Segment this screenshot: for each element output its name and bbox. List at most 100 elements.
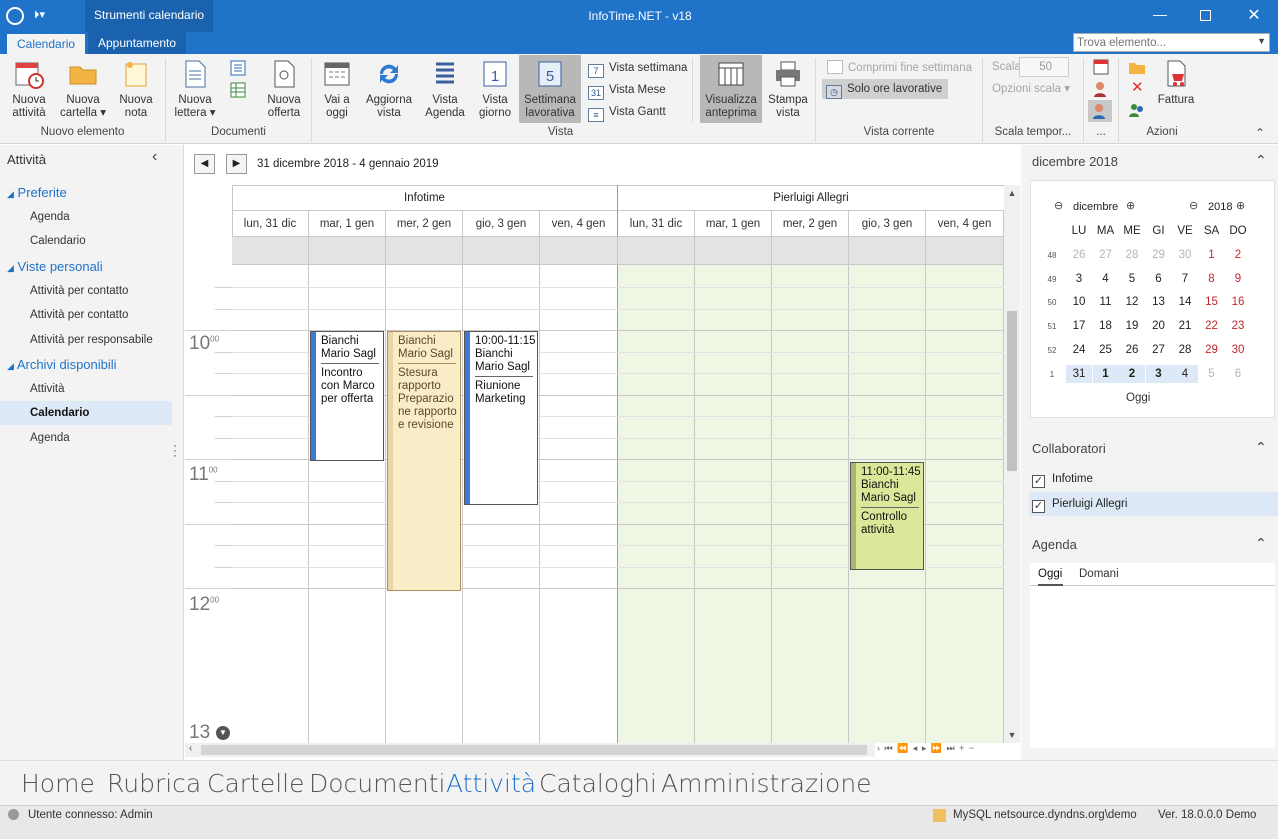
day-cell[interactable]: 29 (1199, 341, 1225, 359)
vertical-scrollbar[interactable]: ▲ ▼ (1004, 185, 1020, 743)
app-icon[interactable] (6, 7, 24, 25)
minimize-icon[interactable]: — (1150, 6, 1170, 22)
day-header[interactable]: gio, 3 gen (849, 211, 926, 237)
document-small-icon[interactable] (230, 60, 246, 76)
day-cell[interactable]: 8 (1199, 270, 1225, 288)
all-day-cell[interactable] (618, 237, 695, 265)
day-header[interactable]: lun, 31 dic (618, 211, 695, 237)
day-cell[interactable]: 27 (1093, 246, 1119, 264)
scroll-thumb[interactable] (1007, 311, 1017, 471)
day-cell[interactable]: 31 (1066, 364, 1092, 383)
day-cell[interactable]: 9 (1225, 270, 1251, 288)
search-input[interactable] (1074, 34, 1254, 51)
all-day-cell[interactable] (309, 237, 386, 265)
new-letter-button[interactable]: Nuova lettera ▾ (170, 58, 220, 120)
nav-cartelle[interactable]: Cartelle (207, 769, 305, 798)
day-cell[interactable]: 5 (1119, 270, 1145, 288)
day-column[interactable] (232, 265, 309, 743)
new-note-button[interactable]: Nuova nota (115, 58, 157, 120)
day-header[interactable]: mer, 2 gen (772, 211, 849, 237)
prev-year-icon[interactable]: ⊖ (1189, 199, 1198, 212)
day-cell[interactable]: 7 (1172, 270, 1198, 288)
close-icon[interactable]: ✕ (1244, 5, 1264, 25)
all-day-cell[interactable] (772, 237, 849, 265)
collapse-ribbon-icon[interactable]: ⌃ (1255, 126, 1265, 140)
collaboratore-infotime[interactable]: ✓ Infotime (1032, 473, 1093, 488)
nav-item-agenda[interactable]: Agenda (30, 211, 70, 223)
day-cell[interactable]: 27 (1146, 341, 1172, 359)
appointment-incontro[interactable]: Bianchi Mario Sagl Incontro con Marco pe… (310, 331, 384, 461)
day-header[interactable]: lun, 31 dic (232, 211, 309, 237)
day-column[interactable] (772, 265, 849, 743)
day-header[interactable]: ven, 4 gen (926, 211, 1004, 237)
nav-item-calendario[interactable]: Calendario (30, 235, 86, 247)
refresh-view-button[interactable]: Aggiorna vista (362, 58, 416, 120)
appointment-riunione[interactable]: 10:00-11:15 Bianchi Mario Sagl Riunione … (464, 331, 538, 505)
prev-week-button[interactable]: ◀ (194, 154, 215, 174)
day-cell[interactable]: 28 (1119, 246, 1145, 264)
user-selected-button[interactable] (1088, 100, 1112, 122)
day-header[interactable]: mar, 1 gen (309, 211, 386, 237)
nav-attivita[interactable]: Attività (446, 769, 536, 798)
collapse-agenda-icon[interactable]: ⌃ (1255, 535, 1267, 552)
all-day-cell[interactable] (540, 237, 618, 265)
day-cell[interactable]: 30 (1172, 246, 1198, 264)
calendar-small-icon[interactable] (1092, 58, 1110, 76)
day-column[interactable] (618, 265, 695, 743)
working-hours-button[interactable]: ◷ Solo ore lavorative (822, 79, 949, 99)
day-cell[interactable]: 29 (1146, 246, 1172, 264)
nav-rubrica[interactable]: Rubrica (107, 769, 201, 798)
nav-cataloghi[interactable]: Cataloghi (539, 769, 657, 798)
nav-item-agenda-archivi[interactable]: Agenda (30, 432, 70, 444)
day-cell[interactable]: 20 (1146, 317, 1172, 335)
nav-documenti[interactable]: Documenti (309, 769, 445, 798)
new-folder-button[interactable]: Nuova cartella ▾ (58, 58, 108, 120)
day-column[interactable] (695, 265, 772, 743)
scroll-left-icon[interactable]: ‹ (189, 743, 192, 754)
day-cell[interactable]: 30 (1225, 341, 1251, 359)
all-day-cell[interactable] (232, 237, 309, 265)
chevron-down-icon[interactable]: ▼ (1257, 36, 1266, 46)
print-view-button[interactable]: Stampa vista (766, 58, 810, 120)
day-cell[interactable]: 22 (1199, 317, 1225, 335)
all-day-cell[interactable] (849, 237, 926, 265)
day-cell[interactable]: 12 (1119, 293, 1145, 311)
scroll-down-icon[interactable]: ▼ (1004, 730, 1020, 740)
collapse-calendar-icon[interactable]: ⌃ (1255, 152, 1267, 169)
users-icon[interactable] (1128, 101, 1146, 119)
collapse-collaboratori-icon[interactable]: ⌃ (1255, 439, 1267, 456)
nav-item-attivita-responsabile[interactable]: Attività per responsabile (30, 334, 153, 346)
collaboratore-allegri[interactable]: ✓ Pierluigi Allegri (1029, 492, 1278, 516)
day-cell[interactable]: 3 (1145, 364, 1172, 383)
new-activity-button[interactable]: Nuova attività (8, 58, 50, 120)
nav-home[interactable]: Home (21, 769, 95, 798)
nav-item-attivita[interactable]: Attività (30, 383, 65, 395)
tab-appuntamento[interactable]: Appuntamento (88, 32, 187, 54)
day-cell[interactable]: 17 (1066, 317, 1092, 335)
day-cell[interactable]: 13 (1146, 293, 1172, 311)
day-view-button[interactable]: 1 Vista giorno (474, 58, 516, 120)
tab-calendario[interactable]: Calendario (7, 34, 86, 54)
day-cell[interactable]: 18 (1093, 317, 1119, 335)
day-cell[interactable]: 1 (1092, 364, 1119, 383)
day-cell[interactable]: 25 (1093, 341, 1119, 359)
agenda-tab-domani[interactable]: Domani (1079, 568, 1119, 580)
today-button[interactable]: Oggi (1126, 392, 1150, 404)
delete-icon[interactable]: ✕ (1131, 78, 1144, 96)
week-view-button[interactable]: 7 Vista settimana (588, 58, 687, 78)
spreadsheet-small-icon[interactable] (230, 82, 246, 98)
day-header[interactable]: gio, 3 gen (463, 211, 540, 237)
day-cell[interactable]: 3 (1066, 270, 1092, 288)
day-cell[interactable]: 24 (1066, 341, 1092, 359)
day-cell[interactable]: 14 (1172, 293, 1198, 311)
section-preferite[interactable]: ◢ Preferite (7, 185, 67, 200)
nav-item-attivita-contatto-2[interactable]: Attività per contatto (30, 309, 128, 321)
scale-options-button[interactable]: Opzioni scala ▾ (992, 79, 1070, 99)
nav-item-attivita-contatto[interactable]: Attività per contatto (30, 285, 128, 297)
gantt-view-button[interactable]: ≡ Vista Gantt (588, 102, 666, 122)
day-cell[interactable]: 28 (1172, 341, 1198, 359)
invoice-button[interactable]: Fattura (1152, 58, 1200, 107)
open-folder-icon[interactable] (1128, 58, 1146, 76)
scroll-up-icon[interactable]: ▲ (1004, 188, 1020, 198)
day-cell[interactable]: 26 (1066, 246, 1092, 264)
